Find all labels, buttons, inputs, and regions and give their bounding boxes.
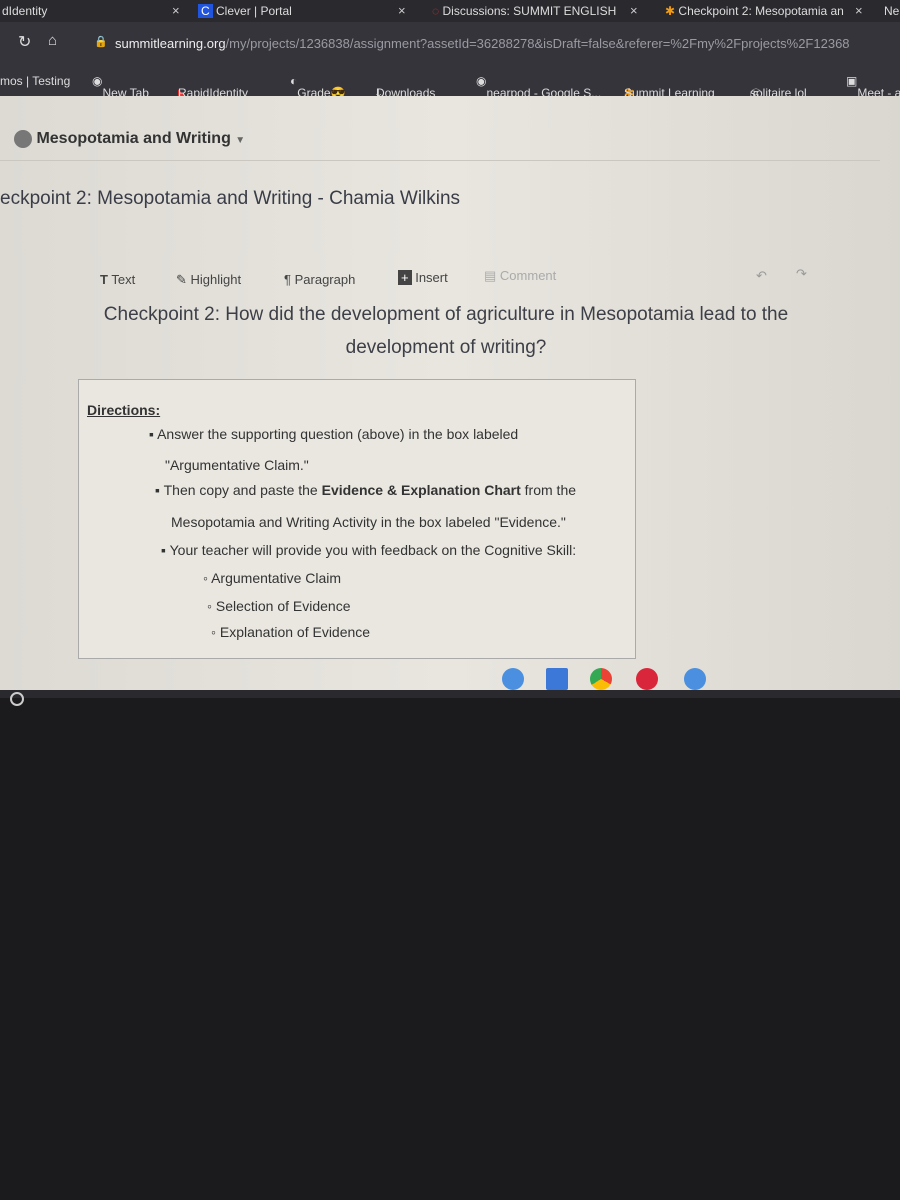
bookmark[interactable]: mos | Testing bbox=[0, 74, 70, 88]
files-icon[interactable] bbox=[502, 668, 524, 690]
tab-checkpoint[interactable]: ✱ Checkpoint 2: Mesopotamia an bbox=[665, 4, 844, 18]
list-item: ▪ Answer the supporting question (above)… bbox=[149, 426, 519, 442]
label: Insert bbox=[415, 270, 448, 285]
list-item: ▪ Then copy and paste the Evidence & Exp… bbox=[155, 482, 577, 498]
bookmark[interactable]: ▣ Meet - a bbox=[846, 74, 900, 100]
tab-discussions[interactable]: ◌ Discussions: SUMMIT ENGLISH bbox=[432, 4, 616, 18]
settings-icon[interactable] bbox=[684, 668, 706, 690]
text: Selection of Evidence bbox=[215, 598, 351, 614]
project-icon bbox=[14, 130, 32, 148]
text: Explanation of Evidence bbox=[219, 624, 371, 640]
tab-clever[interactable]: C Clever | Portal bbox=[198, 4, 292, 18]
project-name: Mesopotamia and Writing bbox=[36, 130, 231, 148]
shelf bbox=[0, 690, 900, 698]
project-dropdown[interactable]: Mesopotamia and Writing ▼ bbox=[14, 130, 245, 148]
bookmark[interactable]: ◉ New Tab bbox=[92, 74, 149, 100]
text-button[interactable]: T Text bbox=[100, 272, 135, 287]
directions-heading: Directions: bbox=[87, 402, 161, 418]
text: Then copy and paste the bbox=[163, 482, 322, 498]
url-field[interactable]: summitlearning.org/my/projects/1236838/a… bbox=[115, 36, 850, 51]
pinterest-icon[interactable] bbox=[636, 668, 658, 690]
tab-label: Clever | Portal bbox=[216, 4, 292, 18]
close-icon[interactable]: × bbox=[630, 3, 638, 18]
text: Argumentative Claim bbox=[211, 570, 342, 586]
paragraph-icon: ¶ bbox=[284, 272, 291, 287]
summit-icon: ✱ bbox=[665, 4, 676, 18]
comment-icon: ▤ bbox=[484, 268, 497, 283]
tab-label: Checkpoint 2: Mesopotamia an bbox=[678, 4, 844, 18]
plus-icon: + bbox=[398, 270, 412, 285]
skill-item: ◦ Explanation of Evidence bbox=[211, 624, 371, 640]
close-icon[interactable]: × bbox=[855, 3, 863, 18]
home-icon[interactable]: ⌂ bbox=[48, 32, 57, 49]
lock-icon: 🔒 bbox=[94, 36, 108, 48]
chrome-icon[interactable] bbox=[590, 668, 612, 690]
list-item-cont: Mesopotamia and Writing Activity in the … bbox=[171, 514, 566, 530]
play-store-icon[interactable] bbox=[546, 668, 568, 690]
highlight-button[interactable]: ✎ Highlight bbox=[176, 272, 241, 288]
label: Text bbox=[111, 272, 136, 287]
loading-icon: ◌ bbox=[432, 4, 440, 18]
tab-strip: dIdentity × C Clever | Portal × ◌ Discus… bbox=[0, 0, 900, 22]
close-icon[interactable]: × bbox=[172, 3, 180, 18]
page-title: eckpoint 2: Mesopotamia and Writing - Ch… bbox=[0, 188, 461, 209]
bookmark[interactable]: ◉ nearpod - Google S... bbox=[476, 74, 601, 100]
list-item: ▪ Your teacher will provide you with fee… bbox=[161, 542, 577, 558]
list-item-cont: "Argumentative Claim." bbox=[165, 457, 309, 473]
divider bbox=[0, 160, 880, 161]
redo-icon[interactable]: ↷ bbox=[796, 266, 807, 282]
tab-label: Discussions: SUMMIT ENGLISH bbox=[442, 4, 617, 18]
text: from the bbox=[520, 482, 577, 498]
close-icon[interactable]: × bbox=[398, 3, 406, 18]
skill-item: ◦ Argumentative Claim bbox=[203, 570, 342, 586]
label: Comment bbox=[499, 268, 557, 283]
comment-button[interactable]: ▤ Comment bbox=[484, 268, 556, 284]
text: Answer the supporting question (above) i… bbox=[157, 426, 519, 442]
bookmark[interactable]: ◐ Grade😎 bbox=[290, 74, 346, 100]
url-domain: summitlearning.org bbox=[115, 36, 226, 51]
question-heading: Checkpoint 2: How did the development of… bbox=[103, 304, 789, 358]
undo-icon[interactable]: ↶ bbox=[756, 268, 767, 284]
chevron-down-icon: ▼ bbox=[235, 135, 246, 147]
address-bar-row: ↻ ⌂ 🔒 summitlearning.org/my/projects/123… bbox=[0, 22, 900, 62]
directions-box[interactable]: Directions: ▪ Answer the supporting ques… bbox=[78, 379, 636, 659]
page-content: Mesopotamia and Writing ▼ eckpoint 2: Me… bbox=[0, 96, 900, 690]
text: Your teacher will provide you with feedb… bbox=[169, 542, 577, 558]
text-bold: Evidence & Explanation Chart bbox=[321, 482, 521, 498]
highlighter-icon: ✎ bbox=[176, 272, 187, 287]
insert-button[interactable]: + Insert bbox=[398, 270, 448, 285]
tab-new[interactable]: Ne bbox=[884, 4, 899, 18]
reload-icon[interactable]: ↻ bbox=[18, 32, 31, 52]
text-icon: T bbox=[100, 272, 108, 287]
url-path: /my/projects/1236838/assignment?assetId=… bbox=[225, 36, 850, 51]
label: Highlight bbox=[190, 272, 242, 287]
label: Paragraph bbox=[294, 272, 356, 287]
launcher-icon[interactable] bbox=[10, 692, 24, 706]
paragraph-button[interactable]: ¶ Paragraph bbox=[284, 272, 355, 287]
clever-icon: C bbox=[198, 4, 213, 18]
tab-rapididentity[interactable]: dIdentity bbox=[2, 4, 47, 18]
bookmarks-bar: mos | Testing ◉ New Tab ◣ RapidIdentity … bbox=[0, 62, 900, 102]
skill-item: ◦ Selection of Evidence bbox=[207, 598, 351, 614]
